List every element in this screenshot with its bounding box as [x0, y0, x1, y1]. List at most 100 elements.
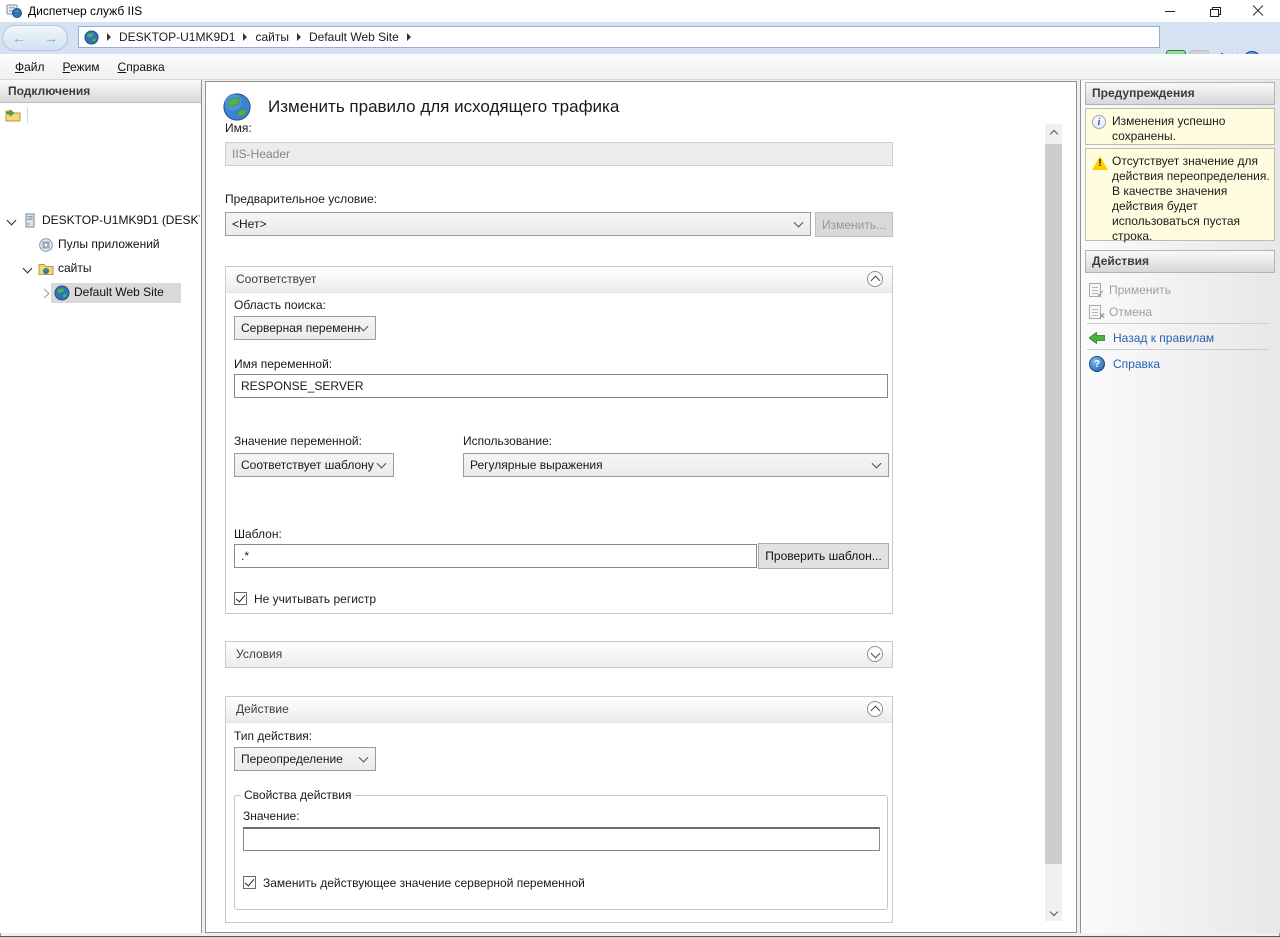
section-conditions-header[interactable]: Условия	[226, 642, 892, 667]
action-type-select[interactable]: Переопределение	[234, 747, 376, 771]
ignore-case-label: Не учитывать регистр	[254, 592, 376, 606]
value-label: Значение:	[243, 809, 300, 823]
chevron-up-icon	[1049, 129, 1057, 137]
test-pattern-button[interactable]: Проверить шаблон...	[758, 543, 889, 569]
tree-expander-icon[interactable]	[23, 264, 33, 274]
minimize-button[interactable]	[1148, 0, 1192, 22]
breadcrumb-separator-icon	[107, 33, 111, 41]
tree-item-app-pools[interactable]: Пулы приложений	[0, 234, 202, 256]
collapse-button[interactable]	[867, 701, 883, 717]
page-title: Изменить правило для исходящего трафика	[268, 97, 619, 117]
back-to-rules-link[interactable]: Назад к правилам	[1089, 328, 1273, 348]
chevron-up-icon	[870, 276, 880, 286]
breadcrumb-item[interactable]: сайты	[255, 30, 289, 44]
cancel-icon: ×	[1089, 305, 1101, 319]
pattern-label: Шаблон:	[234, 527, 282, 541]
chevron-up-icon	[870, 706, 880, 716]
back-icon[interactable]: ←	[12, 31, 26, 45]
actions-divider	[1087, 349, 1269, 350]
help-icon: ?	[1089, 356, 1105, 372]
variable-value-label: Значение переменной:	[234, 434, 362, 448]
tree-expander-icon[interactable]	[40, 289, 50, 299]
folder-icon	[38, 261, 54, 277]
using-select[interactable]: Регулярные выражения	[463, 453, 889, 477]
chevron-down-icon	[870, 648, 880, 658]
close-button[interactable]	[1236, 0, 1280, 22]
section-match-header[interactable]: Соответствует	[226, 267, 892, 293]
title-bar: Диспетчер служб IIS	[0, 0, 1280, 22]
tree-item-server[interactable]: DESKTOP-U1MK9D1 (DESKTO	[0, 210, 202, 232]
check-icon	[245, 876, 255, 886]
action-type-value: Переопределение	[241, 752, 343, 766]
tree-item-label: Default Web Site	[74, 285, 164, 299]
precondition-label: Предварительное условие:	[225, 192, 377, 206]
forward-icon[interactable]: →	[44, 31, 58, 45]
restore-icon	[1210, 7, 1219, 16]
precondition-value: <Нет>	[232, 217, 266, 231]
cancel-label: Отмена	[1109, 305, 1152, 319]
restore-button[interactable]	[1192, 0, 1236, 22]
scrollbar-thumb[interactable]	[1045, 144, 1062, 864]
connections-toolbar	[0, 103, 201, 127]
using-label: Использование:	[463, 434, 552, 448]
scope-select[interactable]: Серверная переменн	[234, 316, 376, 340]
scope-value: Серверная переменн	[241, 321, 360, 335]
section-action: Действие Тип действия: Переопределение С…	[225, 696, 893, 923]
address-toolbar: ← → DESKTOP-U1MK9D1 сайты Default Web Si…	[0, 22, 1280, 54]
section-action-header[interactable]: Действие	[226, 697, 892, 723]
variable-name-label: Имя переменной:	[234, 357, 332, 371]
tree-item-sites[interactable]: сайты	[0, 258, 202, 280]
app-pools-icon	[38, 237, 54, 253]
menu-help[interactable]: Справка	[109, 54, 174, 80]
back-to-rules-label: Назад к правилам	[1113, 331, 1214, 345]
app-icon	[6, 3, 22, 19]
alerts-header: Предупреждения	[1085, 82, 1275, 105]
scroll-down-button[interactable]	[1045, 904, 1062, 921]
pattern-input[interactable]	[234, 544, 757, 568]
section-match: Соответствует Область поиска: Серверная …	[225, 266, 893, 614]
variable-name-input[interactable]	[234, 374, 888, 398]
chevron-down-icon	[872, 459, 882, 469]
help-link[interactable]: ? Справка	[1089, 354, 1273, 374]
menu-file[interactable]: Файл	[6, 54, 54, 80]
tree-item-default-web-site[interactable]: Default Web Site	[0, 282, 202, 304]
tree-item-label: сайты	[58, 261, 92, 275]
expand-button[interactable]	[867, 646, 883, 662]
alert-text: Изменения успешно сохранены.	[1112, 114, 1270, 144]
action-properties-title: Свойства действия	[241, 788, 354, 802]
connections-panel: Подключения DESKTOP-U1MK9D1 (DESKTO	[0, 80, 202, 933]
alert-info: i Изменения успешно сохранены.	[1085, 108, 1275, 145]
create-connection-icon[interactable]	[5, 107, 21, 123]
tree-item-label: DESKTOP-U1MK9D1 (DESKTO	[42, 213, 200, 227]
variable-value-value: Соответствует шаблону	[241, 458, 374, 472]
edit-button[interactable]: Изменить...	[815, 212, 893, 237]
navigation-cloud: ← →	[2, 25, 68, 51]
variable-value-select[interactable]: Соответствует шаблону	[234, 453, 394, 477]
server-icon	[22, 213, 38, 229]
breadcrumb-separator-icon	[407, 33, 411, 41]
tree-expander-icon[interactable]	[7, 216, 17, 226]
actions-header: Действия	[1085, 250, 1275, 273]
value-input[interactable]	[243, 827, 880, 851]
apply-label: Применить	[1109, 283, 1171, 297]
apply-icon: ✓	[1089, 283, 1101, 297]
vertical-scrollbar[interactable]	[1045, 124, 1062, 921]
section-title: Условия	[236, 647, 282, 661]
cancel-action: × Отмена	[1089, 302, 1273, 322]
scroll-up-button[interactable]	[1045, 124, 1062, 141]
scope-label: Область поиска:	[234, 298, 326, 312]
collapse-button[interactable]	[867, 271, 883, 287]
chevron-down-icon	[377, 459, 387, 469]
ignore-case-checkbox[interactable]	[234, 592, 247, 605]
breadcrumb[interactable]: DESKTOP-U1MK9D1 сайты Default Web Site	[78, 26, 1160, 48]
menu-view[interactable]: Режим	[54, 54, 109, 80]
replace-label: Заменить действующее значение серверной …	[263, 876, 585, 890]
breadcrumb-item[interactable]: DESKTOP-U1MK9D1	[119, 30, 235, 44]
precondition-select[interactable]: <Нет>	[225, 212, 811, 236]
section-title: Соответствует	[236, 272, 316, 286]
help-label: Справка	[1113, 357, 1160, 371]
name-input	[225, 142, 893, 166]
globe-icon	[84, 30, 99, 45]
replace-checkbox[interactable]	[243, 876, 256, 889]
breadcrumb-item[interactable]: Default Web Site	[309, 30, 399, 44]
